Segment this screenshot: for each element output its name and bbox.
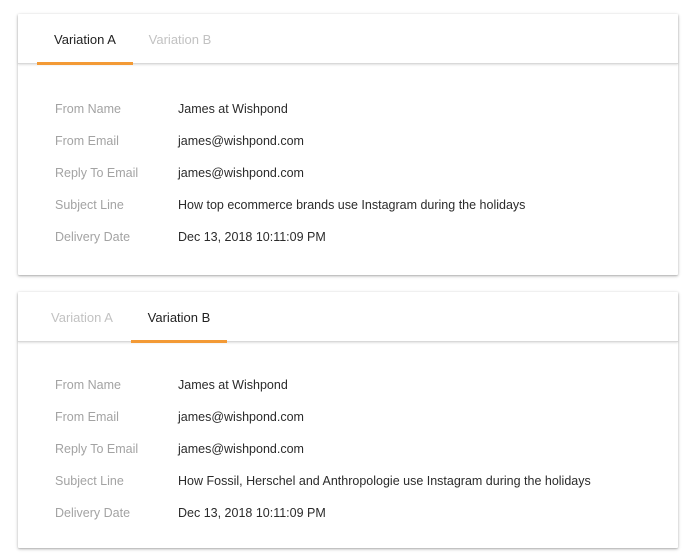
field-label: From Email (55, 410, 119, 424)
tab-variation-b[interactable]: Variation B (131, 292, 227, 343)
detail-row-subject-line: Subject Line How Fossil, Herschel and An… (18, 471, 678, 491)
variation-a-card: Variation A Variation B From Name James … (18, 14, 678, 275)
field-label: Subject Line (55, 198, 124, 212)
detail-row-from-name: From Name James at Wishpond (18, 375, 678, 395)
detail-row-delivery-date: Delivery Date Dec 13, 2018 10:11:09 PM (18, 227, 678, 247)
detail-row-from-email: From Email james@wishpond.com (18, 131, 678, 151)
tab-variation-a[interactable]: Variation A (40, 292, 124, 341)
field-value: How Fossil, Herschel and Anthropologie u… (178, 474, 591, 488)
field-value: James at Wishpond (178, 102, 288, 116)
field-label: Subject Line (55, 474, 124, 488)
field-label: Reply To Email (55, 442, 139, 456)
field-value: Dec 13, 2018 10:11:09 PM (178, 230, 326, 244)
variation-tabs: Variation A Variation B (18, 14, 678, 65)
field-value: james@wishpond.com (178, 442, 304, 456)
detail-row-delivery-date: Delivery Date Dec 13, 2018 10:11:09 PM (18, 503, 678, 523)
field-value: james@wishpond.com (178, 166, 304, 180)
field-label: From Name (55, 378, 121, 392)
tab-label: Variation A (51, 310, 113, 325)
detail-row-from-email: From Email james@wishpond.com (18, 407, 678, 427)
detail-row-reply-to-email: Reply To Email james@wishpond.com (18, 439, 678, 459)
tab-label: Variation B (147, 310, 211, 325)
active-tab-indicator (131, 340, 227, 343)
tab-variation-b[interactable]: Variation B (140, 14, 220, 63)
field-label: Reply To Email (55, 166, 139, 180)
field-label: From Email (55, 134, 119, 148)
detail-row-reply-to-email: Reply To Email james@wishpond.com (18, 163, 678, 183)
field-label: From Name (55, 102, 121, 116)
field-value: Dec 13, 2018 10:11:09 PM (178, 506, 326, 520)
tab-label: Variation A (54, 32, 116, 47)
field-value: james@wishpond.com (178, 410, 304, 424)
variation-tabs: Variation A Variation B (18, 292, 678, 343)
field-value: How top ecommerce brands use Instagram d… (178, 198, 526, 212)
tab-label: Variation B (148, 32, 212, 47)
detail-row-subject-line: Subject Line How top ecommerce brands us… (18, 195, 678, 215)
tab-variation-a[interactable]: Variation A (37, 14, 133, 65)
variation-b-card: Variation A Variation B From Name James … (18, 292, 678, 548)
field-value: james@wishpond.com (178, 134, 304, 148)
field-label: Delivery Date (55, 506, 131, 520)
detail-row-from-name: From Name James at Wishpond (18, 99, 678, 119)
field-label: Delivery Date (55, 230, 131, 244)
active-tab-indicator (37, 62, 133, 65)
field-value: James at Wishpond (178, 378, 288, 392)
